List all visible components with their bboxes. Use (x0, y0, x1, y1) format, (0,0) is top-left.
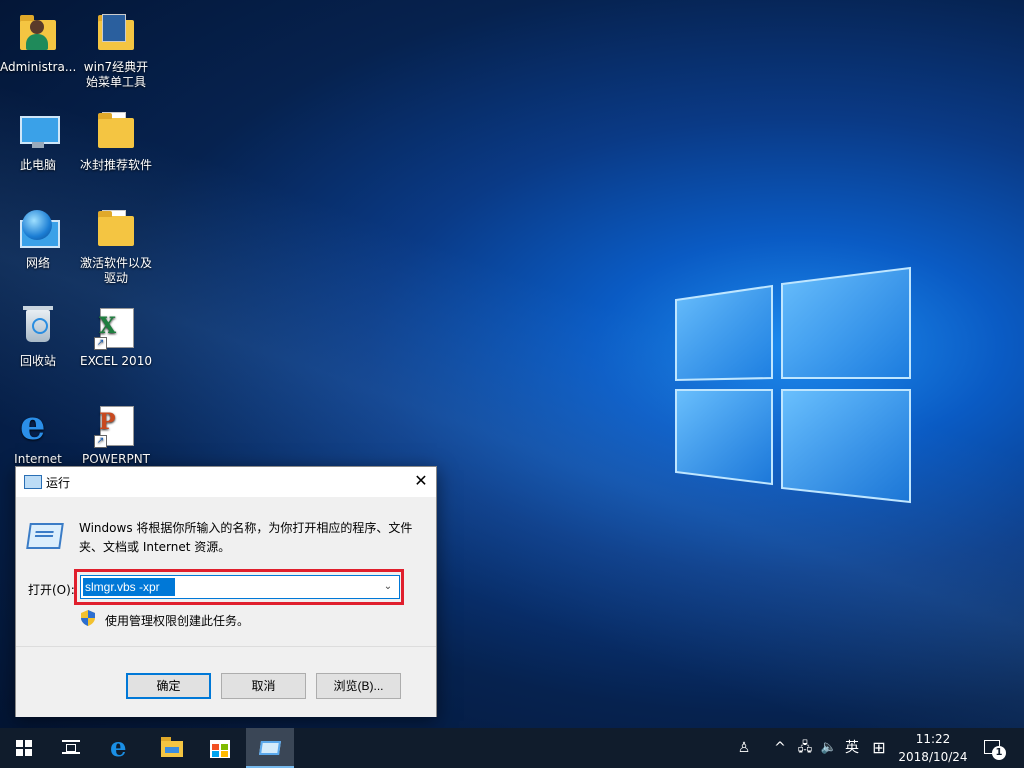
clock-date: 2018/10/24 (898, 750, 968, 764)
desktop-icon-label: 网络 (25, 256, 50, 270)
dialog-button-bar: 确定 取消 浏览(B)... (16, 646, 436, 717)
run-program-icon (26, 523, 64, 549)
open-label: 打开(O): (28, 583, 75, 597)
taskbar: e ♙ ^ 🖧 🔈 英 ⊞ 11:22 2018/10/24 1 (0, 728, 1024, 768)
desktop-icon-activation-drivers[interactable]: 激活软件以及驱动 (78, 206, 154, 286)
people-icon[interactable]: ♙ (732, 728, 756, 768)
close-icon[interactable]: ✕ (406, 467, 436, 497)
chevron-up-icon[interactable]: ^ (770, 728, 790, 768)
browse-button[interactable]: 浏览(B)... (316, 673, 401, 699)
desktop-icon-win7-start-menu-tool[interactable]: win7经典开始菜单工具 (78, 10, 154, 90)
taskbar-file-explorer[interactable] (148, 728, 196, 768)
desktop-icon-label: 激活软件以及驱动 (79, 256, 152, 285)
desktop-icon-label: 回收站 (19, 354, 56, 368)
run-icon (259, 741, 281, 755)
desktop-icon-excel-2010[interactable]: X ↗ EXCEL 2010 (78, 304, 154, 369)
edge-icon: e (110, 733, 127, 763)
folder-icon (98, 211, 134, 246)
recycle-bin-icon (23, 306, 53, 342)
file-explorer-icon (161, 737, 183, 757)
dialog-title: 运行 (46, 476, 71, 490)
notification-badge: 1 (992, 746, 1006, 760)
red-highlight-box (74, 569, 404, 605)
desktop-icon-label: Internet (14, 452, 62, 466)
run-icon (24, 475, 42, 489)
keyboard-icon[interactable]: ⊞ (868, 728, 890, 768)
desktop-icon-label: Administra... (0, 60, 77, 74)
ok-button[interactable]: 确定 (126, 673, 211, 699)
desktop-icon-label: POWERPNT (81, 452, 150, 466)
windows-start-icon (16, 740, 32, 756)
ime-indicator[interactable]: 英 (842, 728, 862, 768)
this-pc-icon (20, 116, 60, 144)
task-view-icon (62, 740, 80, 754)
run-dialog: 运行 ✕ Windows 将根据你所输入的名称，为你打开相应的程序、文件夹、文档… (15, 466, 437, 717)
folder-icon (98, 113, 134, 148)
desktop-icon-label: EXCEL 2010 (80, 354, 152, 368)
volume-icon[interactable]: 🔈 (818, 728, 840, 768)
cancel-button[interactable]: 取消 (221, 673, 306, 699)
desktop-icon-label: 冰封推荐软件 (79, 158, 152, 172)
store-icon (210, 740, 230, 758)
windows-wallpaper-logo (675, 266, 911, 504)
desktop-icon-internet[interactable]: e Internet (0, 402, 76, 467)
taskbar-edge[interactable]: e (98, 728, 146, 768)
task-view-button[interactable] (48, 728, 96, 768)
shortcut-arrow-icon: ↗ (94, 337, 107, 350)
internet-explorer-icon: e (20, 402, 46, 449)
desktop-icon-label: win7经典开始菜单工具 (83, 60, 149, 89)
start-button[interactable] (0, 728, 48, 768)
admin-note: 使用管理权限创建此任务。 (105, 614, 250, 628)
desktop-icon-this-pc[interactable]: 此电脑 (0, 108, 76, 173)
clock-time: 11:22 (915, 732, 951, 746)
clock[interactable]: 11:22 2018/10/24 (888, 730, 978, 766)
desktop-icon-administrator[interactable]: Administra... (0, 10, 76, 75)
taskbar-run[interactable] (246, 728, 294, 768)
desktop: { "desktop": { "icons": [ {"label": "Adm… (0, 0, 1024, 768)
network-icon (22, 210, 52, 240)
taskbar-store[interactable] (196, 728, 244, 768)
avatar (30, 20, 44, 34)
shortcut-arrow-icon: ↗ (94, 435, 107, 448)
run-description: Windows 将根据你所输入的名称，为你打开相应的程序、文件夹、文档或 Int… (79, 521, 413, 554)
network-tray-icon[interactable]: 🖧 (794, 728, 816, 768)
run-dialog-titlebar[interactable]: 运行 ✕ (16, 467, 436, 497)
desktop-icon-recycle-bin[interactable]: 回收站 (0, 304, 76, 369)
desktop-icon-network[interactable]: 网络 (0, 206, 76, 271)
desktop-icon-label: 此电脑 (19, 158, 56, 172)
desktop-icon-powerpnt[interactable]: P ↗ POWERPNT (78, 402, 154, 467)
desktop-icon-recommended-software[interactable]: 冰封推荐软件 (78, 108, 154, 173)
uac-shield-icon (81, 610, 95, 626)
